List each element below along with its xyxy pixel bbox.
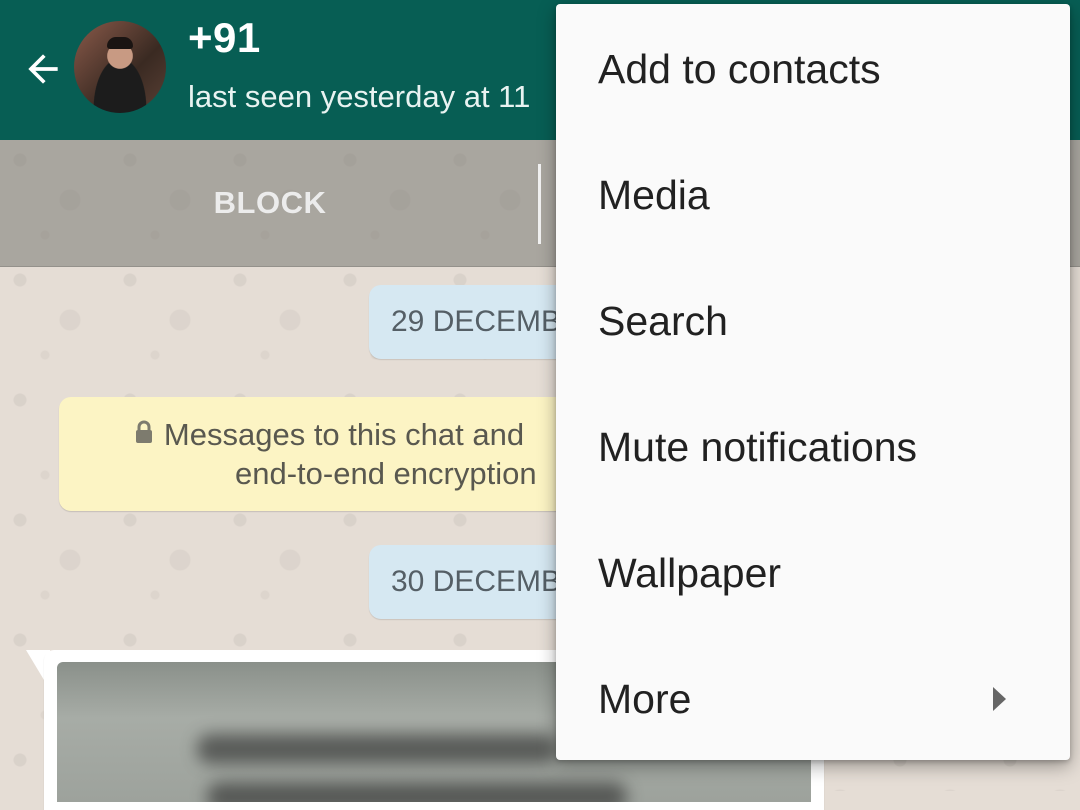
menu-item-media[interactable]: Media	[556, 132, 1070, 258]
menu-item-label: Media	[598, 171, 710, 218]
contact-title[interactable]: +91	[188, 14, 261, 62]
menu-item-add-to-contacts[interactable]: Add to contacts	[556, 6, 1070, 132]
menu-item-mute-notifications[interactable]: Mute notifications	[556, 384, 1070, 510]
block-button[interactable]: BLOCK	[0, 140, 540, 266]
encryption-line-2: end-to-end encryption	[235, 456, 537, 491]
overflow-menu: Add to contacts Media Search Mute notifi…	[556, 4, 1070, 760]
menu-item-label: Mute notifications	[598, 423, 918, 470]
last-seen-status: last seen yesterday at 11	[188, 79, 531, 114]
menu-item-search[interactable]: Search	[556, 258, 1070, 384]
menu-item-label: Wallpaper	[598, 549, 782, 596]
lock-icon	[134, 414, 154, 453]
encryption-line-1: Messages to this chat and	[163, 417, 525, 452]
encryption-notice[interactable]: Messages to this chat and end-to-end enc…	[59, 397, 599, 511]
menu-item-more[interactable]: More	[556, 636, 1070, 762]
menu-item-label: More	[598, 675, 692, 722]
chevron-right-icon	[993, 687, 1006, 711]
menu-item-label: Add to contacts	[598, 45, 881, 92]
menu-item-wallpaper[interactable]: Wallpaper	[556, 510, 1070, 636]
arrow-back-icon	[28, 54, 58, 84]
back-button[interactable]	[18, 44, 68, 94]
contact-avatar[interactable]	[74, 21, 166, 113]
menu-item-label: Search	[598, 297, 728, 344]
action-divider	[538, 164, 541, 244]
